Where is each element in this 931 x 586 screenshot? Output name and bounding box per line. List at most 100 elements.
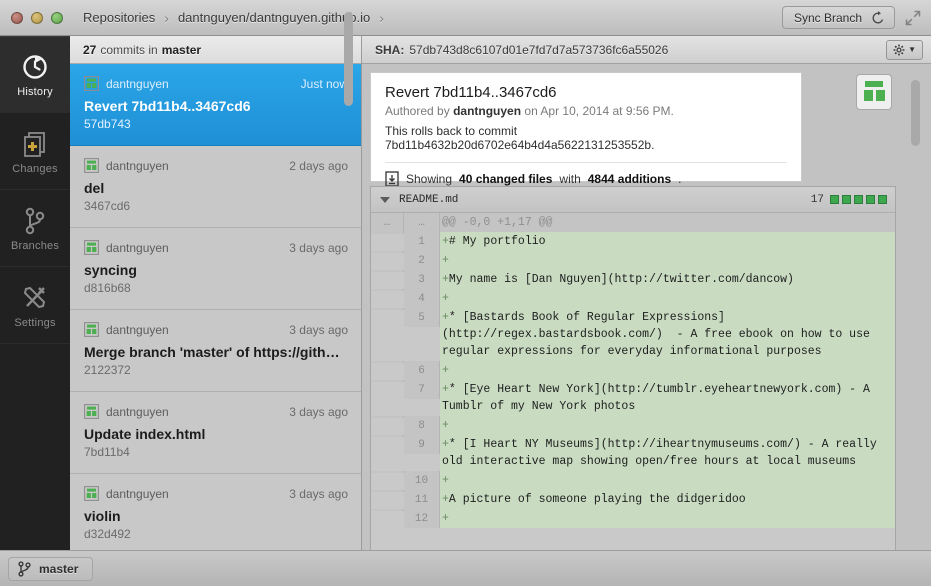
diff-new-lineno: 9 — [404, 435, 440, 454]
diff-added-row: 11 +A picture of someone playing the didg… — [371, 490, 895, 509]
sidebar-item-changes[interactable]: Changes — [0, 113, 70, 190]
diff-panel: README.md 17 …… @@ -0,0 +1,17 @@ 1 +# My po… — [370, 186, 896, 550]
diff-new-lineno: 4 — [404, 289, 440, 308]
zoom-button[interactable] — [51, 11, 63, 24]
commit-item-meta: dantnguyen 3 days ago — [84, 240, 348, 255]
commit-item-time: 3 days ago — [289, 240, 348, 255]
diff-marker: + — [442, 512, 449, 525]
commit-item-meta: dantnguyen 2 days ago — [84, 158, 348, 173]
diff-added-row: 2 + — [371, 251, 895, 270]
commit-item-author: dantnguyen — [106, 240, 169, 255]
commit-item-message: del — [84, 180, 105, 196]
commit-item-meta: dantnguyen 3 days ago — [84, 404, 348, 419]
commit-item-time: 3 days ago — [289, 486, 348, 501]
file-diff-icon — [385, 171, 399, 187]
authored-date: on Apr 10, 2014 at 9:56 PM. — [524, 104, 674, 118]
commit-item-sha: 3467cd6 — [84, 199, 131, 213]
diff-new-lineno: 12 — [404, 509, 440, 528]
app-window: Repositories › dantnguyen/dantnguyen.git… — [0, 0, 931, 586]
diff-file-header[interactable]: README.md 17 — [371, 187, 895, 213]
diff-marker: + — [442, 474, 449, 487]
period: . — [678, 172, 682, 186]
diff-new-lineno: … — [404, 213, 440, 232]
diff-added-row: 6 + — [371, 361, 895, 380]
diff-code-text: My name is [Dan Nguyen](http://twitter.c… — [448, 273, 794, 286]
diff-body[interactable]: …… @@ -0,0 +1,17 @@ 1 +# My portfolio 2 +3 +My… — [371, 213, 895, 550]
diff-added-row: 10 + — [371, 471, 895, 490]
diff-old-lineno — [371, 251, 404, 253]
commit-avatar-icon — [84, 322, 99, 337]
commit-actions-button[interactable]: ▼ — [886, 39, 923, 60]
diff-added-row: 4 + — [371, 289, 895, 308]
diff-new-lineno: 1 — [404, 232, 440, 251]
github-avatar-icon — [864, 81, 885, 101]
diff-marker: + — [442, 438, 449, 451]
fullscreen-icon[interactable] — [905, 10, 921, 26]
diff-marker: + — [442, 364, 449, 377]
commit-count: 27 — [83, 42, 97, 57]
diff-old-lineno — [371, 380, 404, 382]
commit-list[interactable]: dantnguyen Just now Revert 7bd11b4..3467cd… — [70, 64, 361, 550]
diff-stat-square — [878, 195, 887, 204]
commit-list-item[interactable]: dantnguyen 2 days ago del 3467cd6 — [70, 146, 361, 228]
diff-stat-square — [830, 195, 839, 204]
refresh-icon — [872, 10, 884, 23]
sidebar-item-settings[interactable]: Settings — [0, 267, 70, 344]
commit-detail-panel: SHA: 57db743d8c6107d01e7fd7d7a573736fc6a… — [362, 36, 931, 550]
commit-item-meta: dantnguyen Just now — [84, 76, 348, 91]
commit-count-label: commits in — [100, 42, 158, 57]
showing-prefix: Showing — [406, 172, 453, 186]
breadcrumb-separator-icon: › — [164, 9, 169, 26]
diff-old-lineno — [371, 435, 404, 437]
history-icon — [23, 55, 47, 79]
chevron-down-icon[interactable] — [380, 196, 390, 203]
additions-count: 4844 additions — [587, 172, 672, 186]
commit-item-time: 3 days ago — [289, 322, 348, 337]
sidebar-item-branches[interactable]: Branches — [0, 190, 70, 267]
titlebar-actions: Sync Branch — [781, 6, 931, 29]
sha-value[interactable]: 57db743d8c6107d01e7fd7d7a573736fc6a55026 — [409, 43, 668, 57]
close-button[interactable] — [11, 11, 23, 24]
sync-branch-button[interactable]: Sync Branch — [781, 6, 895, 29]
diff-old-lineno — [371, 308, 404, 310]
commit-list-item[interactable]: dantnguyen 3 days ago syncing d816b68 — [70, 228, 361, 310]
diff-code-line: +* [I Heart NY Museums](http://iheartnym… — [440, 435, 895, 471]
detail-panel-scrollbar[interactable] — [911, 80, 920, 146]
diff-marker: + — [442, 311, 449, 324]
commit-avatar-icon — [84, 404, 99, 419]
commit-list-item[interactable]: dantnguyen 3 days ago Merge branch 'master… — [70, 310, 361, 392]
diff-added-row: 7 +* [Eye Heart New York](http://tumblr.e… — [371, 380, 895, 416]
commit-item-sha: 2122372 — [84, 363, 131, 377]
sync-branch-label: Sync Branch — [793, 10, 862, 25]
diff-new-lineno: 5 — [404, 308, 440, 327]
diff-code-text: A picture of someone playing the didgeri… — [448, 493, 746, 506]
commit-author-line: Authored by dantnguyen on Apr 10, 2014 a… — [385, 104, 787, 118]
minimize-button[interactable] — [31, 11, 43, 24]
diff-added-row: 1 +# My portfolio — [371, 232, 895, 251]
commit-avatar-icon — [84, 158, 99, 173]
commit-list-item[interactable]: dantnguyen Just now Revert 7bd11b4..3467cd… — [70, 64, 361, 146]
commit-list-scrollbar[interactable] — [344, 12, 353, 106]
breadcrumb-repo-name[interactable]: dantnguyen/dantnguyen.github.io — [178, 10, 370, 25]
commit-item-meta: dantnguyen 3 days ago — [84, 486, 348, 501]
commit-list-item[interactable]: dantnguyen 3 days ago violin d32d492 — [70, 474, 361, 550]
diff-marker: + — [442, 292, 449, 305]
branch-icon — [18, 560, 31, 577]
sidebar-item-history[interactable]: History — [0, 36, 70, 113]
current-branch-button[interactable]: master — [8, 556, 94, 581]
diff-old-lineno — [371, 416, 404, 418]
diff-added-row: 5 +* [Bastards Book of Regular Expression… — [371, 308, 895, 361]
diff-marker: + — [442, 419, 449, 432]
diff-old-lineno: … — [371, 213, 404, 232]
sha-bar: SHA: 57db743d8c6107d01e7fd7d7a573736fc6a… — [362, 36, 931, 64]
commit-list-item[interactable]: dantnguyen 3 days ago Update index.html 7bd… — [70, 392, 361, 474]
sidebar-label-changes: Changes — [12, 162, 58, 175]
diff-stat-square — [866, 195, 875, 204]
sidebar-label-history: History — [17, 86, 53, 98]
breadcrumb-repositories[interactable]: Repositories — [83, 10, 155, 25]
diff-code-text: * [Bastards Book of Regular Expressions]… — [442, 311, 877, 358]
commit-item-sha: d816b68 — [84, 281, 131, 295]
diff-code-text: * [Eye Heart New York](http://tumblr.eye… — [442, 383, 877, 413]
diff-hunk-row: …… @@ -0,0 +1,17 @@ — [371, 213, 895, 232]
diff-code-line: + — [440, 416, 895, 435]
